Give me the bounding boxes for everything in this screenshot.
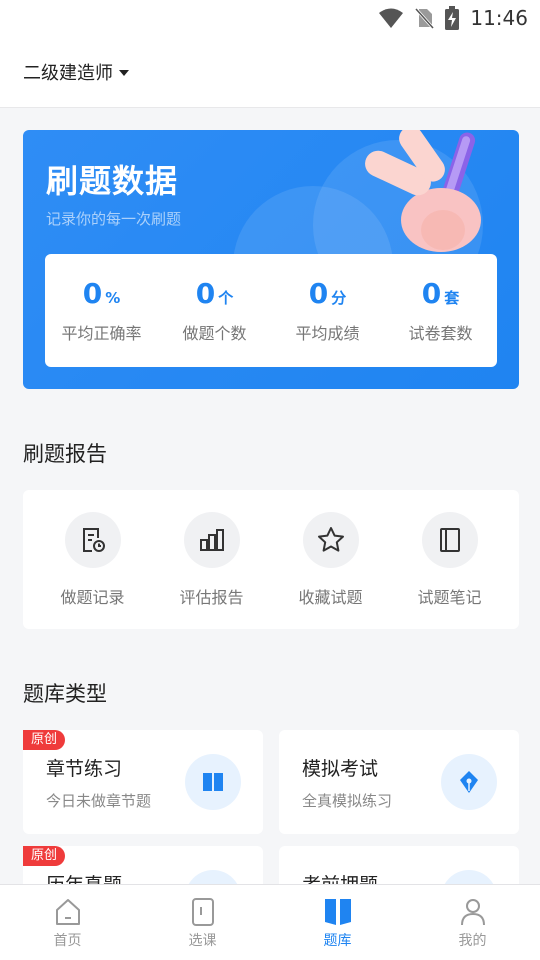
no-sim-icon: [414, 7, 435, 29]
report-item-label: 收藏试题: [298, 587, 363, 607]
stat-value: 0: [308, 277, 329, 310]
tab-home[interactable]: 首页: [0, 885, 135, 960]
stat-average-score: 0分 平均成绩: [271, 254, 384, 367]
hand-pen-illustration-icon: [365, 130, 481, 252]
bank-types-section-title: 题库类型: [23, 682, 107, 706]
history-icon: [185, 870, 241, 884]
report-item-label: 试题笔记: [417, 587, 482, 607]
content-scroll[interactable]: 刷题数据 记录你的每一次刷题 0% 平均正确率 0个 做题个数 0分 平均成绩 …: [0, 108, 540, 884]
type-card-past-papers[interactable]: 原创 历年真题: [23, 846, 263, 884]
type-card-title: 历年真题: [46, 870, 122, 884]
course-icon: [191, 897, 214, 926]
pen-nib-icon: [441, 754, 497, 810]
type-card-title: 模拟考试: [302, 758, 379, 780]
hero-subtitle: 记录你的每一次刷题: [46, 210, 182, 228]
tab-label: 首页: [53, 932, 82, 949]
stat-value: 0: [195, 277, 216, 310]
tab-courses[interactable]: 选课: [135, 885, 270, 960]
caret-down-icon: [119, 69, 129, 76]
target-icon: [441, 870, 497, 884]
bottom-tab-bar: 首页 选课 题库 我的: [0, 884, 540, 960]
report-item-records[interactable]: 做题记录: [33, 490, 152, 629]
stat-unit: 套: [444, 289, 460, 307]
stat-accuracy: 0% 平均正确率: [45, 254, 158, 367]
type-card-desc: 今日未做章节题: [46, 792, 152, 810]
tab-label: 我的: [458, 932, 487, 949]
stat-label: 平均正确率: [61, 324, 142, 343]
stat-value: 0: [421, 277, 442, 310]
exam-name: 二级建造师: [23, 62, 113, 84]
type-card-chapter-practice[interactable]: 原创 章节练习 今日未做章节题: [23, 730, 263, 834]
stat-paper-count: 0套 试卷套数: [384, 254, 497, 367]
stat-label: 做题个数: [182, 324, 247, 343]
stat-unit: %: [105, 289, 121, 307]
wifi-icon: [378, 7, 404, 29]
stat-label: 试卷套数: [408, 324, 473, 343]
record-icon: [64, 511, 121, 568]
report-item-label: 评估报告: [179, 587, 244, 607]
stats-panel: 0% 平均正确率 0个 做题个数 0分 平均成绩 0套 试卷套数: [45, 254, 497, 367]
battery-charging-icon: [444, 6, 460, 30]
top-bar: 二级建造师: [0, 36, 540, 108]
original-tag: 原创: [23, 730, 66, 750]
report-item-label: 做题记录: [60, 587, 125, 607]
stat-unit: 分: [331, 289, 347, 307]
report-section-title: 刷题报告: [23, 442, 107, 466]
status-time: 11:46: [470, 6, 528, 30]
star-icon: [302, 511, 359, 568]
stat-unit: 个: [218, 289, 234, 307]
exam-selector[interactable]: 二级建造师: [23, 59, 129, 85]
type-card-title: 章节练习: [46, 758, 123, 780]
report-item-assessment[interactable]: 评估报告: [152, 490, 271, 629]
type-card-desc: 全真模拟练习: [302, 792, 393, 810]
profile-icon: [460, 898, 485, 925]
type-card-predicted-questions[interactable]: 考前押题: [279, 846, 519, 884]
report-item-favorites[interactable]: 收藏试题: [271, 490, 390, 629]
bar-chart-icon: [183, 511, 240, 568]
original-tag: 原创: [23, 846, 66, 866]
question-bank-icon: [324, 898, 351, 925]
type-card-title: 考前押题: [302, 870, 378, 884]
stat-value: 0: [82, 277, 103, 310]
report-item-notes[interactable]: 试题笔记: [390, 490, 509, 629]
report-card: 做题记录 评估报告 收藏试题 试题笔记: [23, 490, 519, 629]
stat-label: 平均成绩: [295, 324, 360, 343]
tab-profile[interactable]: 我的: [405, 885, 540, 960]
book-icon: [185, 754, 241, 810]
stats-hero-card: 刷题数据 记录你的每一次刷题 0% 平均正确率 0个 做题个数 0分 平均成绩 …: [23, 130, 519, 389]
home-icon: [55, 898, 80, 925]
notebook-icon: [421, 511, 478, 568]
tab-label: 题库: [323, 932, 352, 949]
type-card-mock-exam[interactable]: 模拟考试 全真模拟练习: [279, 730, 519, 834]
tab-label: 选课: [188, 932, 217, 949]
status-bar: 11:46: [0, 0, 540, 36]
tab-question-bank[interactable]: 题库: [270, 885, 405, 960]
hero-title: 刷题数据: [46, 162, 179, 200]
stat-question-count: 0个 做题个数: [158, 254, 271, 367]
